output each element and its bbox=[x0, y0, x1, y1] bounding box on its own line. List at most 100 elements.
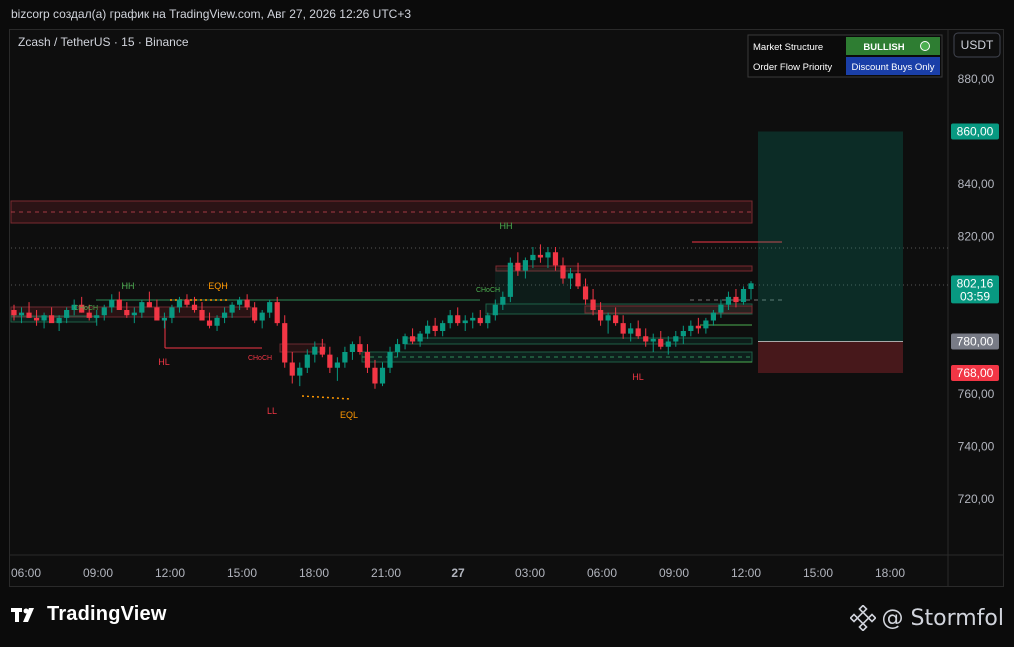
candle-body bbox=[522, 260, 528, 271]
candle-body bbox=[500, 296, 506, 305]
candle-body bbox=[485, 315, 491, 324]
candle-body bbox=[740, 289, 747, 303]
candle-body bbox=[492, 304, 498, 316]
candle-body bbox=[477, 317, 483, 324]
candle-body bbox=[237, 299, 243, 305]
price-chart[interactable]: HH EQH HL LL EQL HH HL CHoCH CHoCH CHoCH Zcash / … bbox=[0, 0, 1014, 647]
price-label-text: 768,00 bbox=[957, 366, 994, 380]
structure-label: HL bbox=[158, 357, 170, 367]
candle-body bbox=[191, 304, 198, 310]
candle-body bbox=[394, 344, 401, 352]
candle-body bbox=[289, 362, 295, 376]
candle-body bbox=[710, 312, 716, 321]
candle-body bbox=[515, 262, 521, 271]
candle-body bbox=[139, 302, 145, 313]
demand-zone bbox=[404, 337, 753, 345]
candle-body bbox=[387, 352, 393, 368]
candle-body bbox=[41, 315, 47, 321]
time-tick-label: 18:00 bbox=[875, 566, 905, 580]
info-table: Market Structure Order Flow Priority BUL… bbox=[747, 34, 943, 78]
time-tick-label: 27 bbox=[451, 566, 465, 580]
candle-body bbox=[274, 302, 280, 324]
info-value-market-structure: BULLISH bbox=[863, 42, 904, 53]
author-watermark: @ Stormfol bbox=[849, 605, 1004, 631]
tradingview-logo-icon bbox=[11, 607, 34, 622]
candle-body bbox=[552, 252, 559, 266]
candle-body bbox=[425, 325, 431, 334]
candle-body bbox=[244, 299, 250, 308]
currency-button[interactable]: USDT bbox=[953, 32, 1001, 58]
candle-body bbox=[86, 312, 92, 318]
candle-body bbox=[33, 317, 40, 321]
price-tick-label: 760,00 bbox=[958, 387, 995, 401]
candle-body bbox=[590, 299, 596, 310]
candle-body bbox=[605, 315, 611, 321]
structure-label: CHoCH bbox=[248, 355, 272, 362]
fvg-zone bbox=[495, 268, 570, 304]
time-axis[interactable]: 06:00 09:00 12:00 15:00 18:00 21:00 27 03:00 06:… bbox=[11, 566, 905, 580]
candle-body bbox=[319, 346, 325, 355]
info-label-market-structure: Market Structure bbox=[753, 42, 823, 53]
candle-body bbox=[372, 367, 378, 384]
time-tick-label: 06:00 bbox=[11, 566, 41, 580]
structure-label: LL bbox=[267, 406, 277, 416]
candle-body bbox=[447, 315, 453, 324]
candle-body bbox=[297, 367, 303, 376]
time-tick-label: 09:00 bbox=[83, 566, 113, 580]
candle-body bbox=[11, 310, 17, 316]
candle-body bbox=[229, 304, 235, 313]
candle-body bbox=[643, 336, 649, 342]
price-axis-labels: 860,00 802,1603:59 780,00 768,00 bbox=[951, 123, 999, 381]
candle-body bbox=[402, 336, 408, 345]
candle-body bbox=[282, 323, 288, 363]
candle-body bbox=[650, 338, 656, 342]
candle-body bbox=[620, 323, 626, 334]
candle-body bbox=[259, 312, 265, 321]
candle-body bbox=[688, 325, 694, 331]
candle-body bbox=[665, 341, 671, 347]
candle-body bbox=[432, 325, 438, 331]
structure-label: EQL bbox=[340, 410, 358, 420]
structure-label: CHoCH bbox=[476, 287, 500, 294]
candle-body bbox=[304, 354, 310, 368]
tradingview-logo-text: TradingView bbox=[47, 603, 167, 625]
candle-body bbox=[379, 367, 386, 384]
candle-body bbox=[327, 354, 333, 368]
candle-body bbox=[357, 344, 363, 352]
candle-body bbox=[364, 352, 371, 368]
candle-body bbox=[582, 286, 589, 300]
order-block bbox=[584, 305, 753, 314]
eql-line bbox=[301, 395, 351, 400]
tradingview-logo[interactable]: TradingView bbox=[11, 603, 167, 626]
candle-body bbox=[334, 362, 340, 368]
candle-body bbox=[635, 328, 641, 337]
candle-body bbox=[252, 307, 258, 321]
candle-body bbox=[154, 307, 160, 321]
price-tick-label: 880,00 bbox=[958, 72, 995, 86]
time-tick-label: 15:00 bbox=[227, 566, 257, 580]
candle-body bbox=[567, 273, 574, 279]
candle-body bbox=[613, 315, 619, 324]
structure-label: EQH bbox=[208, 281, 228, 291]
candle-body bbox=[116, 299, 122, 310]
candle-body bbox=[748, 283, 754, 289]
candle-body bbox=[575, 273, 581, 287]
info-value-order-flow: Discount Buys Only bbox=[852, 62, 935, 73]
candle-body bbox=[176, 299, 183, 308]
candle-body bbox=[560, 265, 566, 279]
binance-diamond-icon bbox=[849, 605, 876, 631]
candle-body bbox=[658, 338, 664, 347]
price-tick-label: 740,00 bbox=[958, 440, 995, 454]
structure-label: CHoCH bbox=[74, 305, 98, 312]
candle-body bbox=[673, 336, 679, 342]
structure-label: HL bbox=[632, 372, 644, 382]
candle-body bbox=[26, 312, 32, 318]
candle-body bbox=[718, 304, 724, 313]
candle-body bbox=[470, 317, 476, 321]
candle-body bbox=[267, 302, 273, 313]
candle-body bbox=[161, 317, 168, 321]
candle-body bbox=[64, 310, 70, 318]
candle-body bbox=[184, 299, 190, 305]
position-target-zone bbox=[758, 131, 903, 342]
time-tick-label: 15:00 bbox=[803, 566, 833, 580]
